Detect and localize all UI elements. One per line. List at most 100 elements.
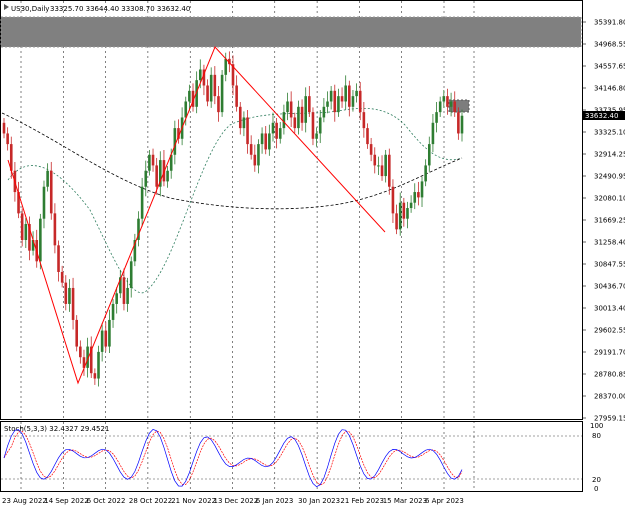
candle-body bbox=[278, 128, 282, 139]
candle-body bbox=[100, 330, 104, 352]
candle-body bbox=[413, 192, 417, 203]
candle-body bbox=[395, 213, 398, 230]
candle-body bbox=[68, 287, 71, 304]
price-tick-label: 31258.40 bbox=[594, 239, 625, 247]
candle-body bbox=[362, 112, 366, 129]
candle-body bbox=[64, 282, 68, 304]
symbol-marker-icon bbox=[4, 4, 9, 10]
candle-body bbox=[213, 74, 217, 97]
candle-body bbox=[388, 154, 391, 187]
symbol-label: US30,Daily bbox=[11, 5, 49, 13]
candle-body bbox=[300, 106, 304, 123]
price-tick-label: 31669.25 bbox=[594, 217, 625, 225]
candle-body bbox=[446, 96, 449, 107]
candle-body bbox=[438, 101, 442, 113]
candle-body bbox=[155, 165, 158, 187]
ohlc-label: 33325.70 33644.40 33308.70 33632.40 bbox=[50, 5, 190, 13]
candle-body bbox=[449, 101, 453, 107]
candle-body bbox=[344, 85, 347, 102]
candle-body bbox=[224, 58, 228, 75]
candle-body bbox=[409, 202, 413, 209]
candle-body bbox=[337, 96, 340, 113]
candle-body bbox=[384, 154, 387, 177]
chart-window[interactable]: 35391.80 34968.55 34557.65 34146.80 33735.95… bbox=[0, 0, 625, 508]
candle-body bbox=[57, 245, 60, 272]
candle-body bbox=[275, 122, 278, 139]
candle-body bbox=[355, 90, 358, 97]
candle-body bbox=[151, 154, 155, 166]
candle-body bbox=[126, 287, 129, 304]
candle-body bbox=[53, 213, 57, 246]
candle-body bbox=[333, 90, 337, 113]
chart-svg[interactable]: 35391.8034968.5534557.6534146.8033735.95… bbox=[0, 0, 625, 508]
candle-body bbox=[148, 154, 151, 171]
price-tick-label: 28370.00 bbox=[594, 393, 625, 401]
candle-body bbox=[420, 181, 424, 198]
candle-body bbox=[246, 117, 249, 145]
candle-body bbox=[424, 165, 427, 182]
candle-body bbox=[249, 144, 253, 155]
date-tick-label: 6 Oct 2022 bbox=[87, 497, 126, 505]
candle-body bbox=[93, 373, 97, 379]
date-tick-label: 30 Jan 2023 bbox=[298, 497, 340, 505]
candle-body bbox=[304, 96, 307, 123]
candle-body bbox=[49, 170, 53, 214]
price-tick-label: 30847.55 bbox=[594, 261, 625, 269]
price-tick-label: 34557.65 bbox=[594, 63, 625, 71]
candle-body bbox=[71, 287, 75, 320]
candle-body bbox=[453, 101, 457, 113]
candle-body bbox=[366, 128, 369, 145]
candle-body bbox=[129, 261, 133, 288]
candle-body bbox=[373, 154, 377, 166]
candle-body bbox=[308, 96, 311, 113]
candle-body bbox=[268, 133, 271, 150]
candle-body bbox=[297, 106, 300, 129]
candle-body bbox=[24, 224, 28, 241]
candle-body bbox=[286, 101, 289, 113]
date-tick-label: 21 Nov 2022 bbox=[171, 497, 216, 505]
candle-body bbox=[442, 96, 446, 102]
candle-body bbox=[289, 101, 293, 118]
candle-body bbox=[257, 144, 260, 166]
candle-body bbox=[108, 319, 111, 347]
candle-body bbox=[111, 303, 115, 320]
candle-body bbox=[242, 117, 246, 129]
indicator-tick-80: 80 bbox=[592, 432, 601, 440]
candle-body bbox=[122, 277, 126, 304]
candles bbox=[2, 51, 464, 387]
price-tick-label: 29602.55 bbox=[594, 327, 625, 335]
candle-body bbox=[329, 90, 333, 102]
candle-body bbox=[75, 319, 78, 347]
supply-zone bbox=[0, 16, 582, 48]
candle-body bbox=[293, 117, 297, 129]
candle-body bbox=[217, 96, 220, 113]
date-tick-label: 28 Oct 2022 bbox=[129, 497, 172, 505]
candle-body bbox=[391, 186, 395, 214]
date-tick-label: 13 Dec 2022 bbox=[214, 497, 259, 505]
date-tick-label: 15 Mar 2023 bbox=[383, 497, 427, 505]
candle-body bbox=[60, 271, 64, 283]
price-tick-label: 30436.70 bbox=[594, 283, 625, 291]
candle-body bbox=[184, 101, 188, 118]
candle-body bbox=[398, 202, 402, 230]
candle-body bbox=[417, 192, 420, 198]
candle-body bbox=[351, 96, 355, 107]
candle-body bbox=[369, 144, 373, 155]
candle-body bbox=[427, 144, 431, 166]
candle-body bbox=[260, 133, 264, 145]
date-tick-label: 6 Apr 2023 bbox=[425, 497, 464, 505]
price-tick-label: 34146.80 bbox=[594, 85, 625, 93]
date-tick-label: 6 Jan 2023 bbox=[256, 497, 294, 505]
candle-body bbox=[431, 122, 435, 145]
candle-body bbox=[318, 117, 322, 134]
candle-body bbox=[20, 213, 24, 241]
candle-body bbox=[46, 170, 49, 187]
candle-body bbox=[104, 330, 108, 347]
date-tick-label: 14 Sep 2022 bbox=[44, 497, 88, 505]
candle-body bbox=[6, 133, 9, 145]
candle-body bbox=[79, 346, 82, 358]
price-tick-label: 33325.10 bbox=[594, 129, 625, 137]
candle-body bbox=[253, 154, 257, 166]
indicator-tick-20: 20 bbox=[592, 476, 601, 484]
price-tick-label: 28780.85 bbox=[594, 371, 625, 379]
